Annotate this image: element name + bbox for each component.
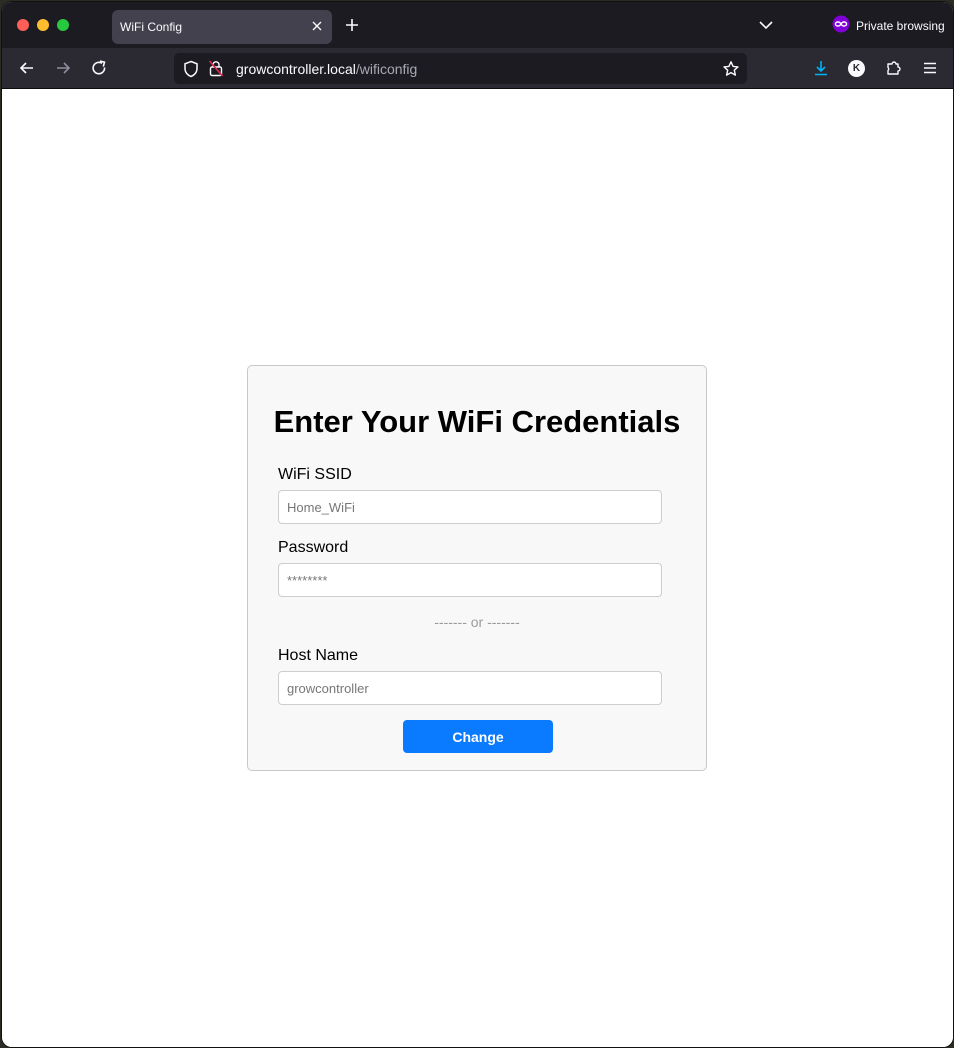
or-divider: ------- or ------- — [434, 614, 520, 630]
wifi-config-card: Enter Your WiFi Credentials WiFi SSID Pa… — [247, 365, 707, 771]
url-host: growcontroller.local — [236, 61, 356, 77]
private-mask-icon — [832, 15, 850, 38]
hamburger-menu-icon[interactable] — [921, 59, 939, 77]
hostname-input[interactable] — [278, 671, 662, 705]
password-input[interactable] — [278, 563, 662, 597]
address-bar[interactable]: growcontroller.local/wificonfig — [174, 53, 747, 84]
page-content: Enter Your WiFi Credentials WiFi SSID Pa… — [2, 89, 953, 1047]
url-path: /wificonfig — [355, 61, 418, 77]
change-button[interactable]: Change — [403, 720, 553, 753]
account-avatar[interactable]: K — [848, 60, 865, 77]
tab-title: WiFi Config — [120, 20, 183, 34]
ssid-input[interactable] — [278, 490, 662, 524]
page-title: Enter Your WiFi Credentials — [273, 404, 681, 439]
window-minimize-button[interactable] — [37, 19, 49, 31]
forward-icon[interactable] — [54, 59, 72, 77]
tracking-protection-shield-icon[interactable] — [183, 60, 199, 78]
hostname-label: Host Name — [278, 647, 359, 664]
close-tab-icon[interactable] — [308, 17, 326, 35]
private-browsing-indicator: Private browsing — [832, 15, 945, 38]
window-maximize-button[interactable] — [57, 19, 69, 31]
insecure-lock-icon[interactable] — [208, 60, 224, 77]
downloads-icon[interactable] — [812, 59, 830, 77]
url-text[interactable]: growcontroller.local/wificonfig — [236, 61, 417, 77]
reload-icon[interactable] — [90, 59, 108, 77]
chevron-down-icon[interactable] — [758, 17, 774, 33]
back-icon[interactable] — [18, 59, 36, 77]
new-tab-icon[interactable] — [343, 16, 361, 34]
browser-window: WiFi Config Private browsing growcontrol… — [2, 2, 953, 1047]
extensions-puzzle-icon[interactable] — [885, 59, 903, 77]
bookmark-star-icon[interactable] — [722, 60, 740, 78]
tab-wifi-config[interactable]: WiFi Config — [112, 10, 332, 44]
navigation-toolbar: growcontroller.local/wificonfig K — [2, 48, 953, 89]
private-browsing-label: Private browsing — [856, 19, 945, 33]
password-label: Password — [278, 539, 349, 556]
window-close-button[interactable] — [17, 19, 29, 31]
ssid-label: WiFi SSID — [278, 466, 352, 483]
tab-strip: WiFi Config Private browsing — [2, 2, 953, 48]
